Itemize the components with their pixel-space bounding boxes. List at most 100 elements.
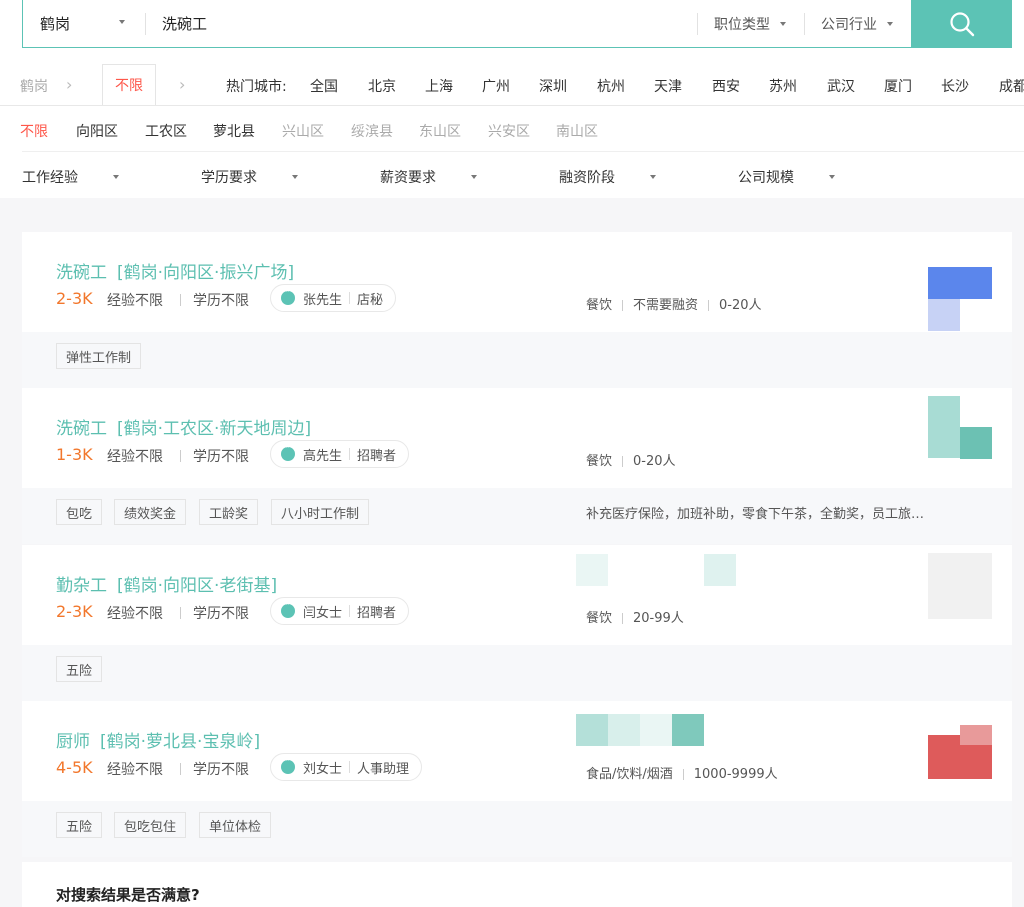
city-selector[interactable]: 鹤岗 [23, 0, 145, 47]
district-link[interactable]: 萝北县 [213, 121, 255, 141]
filter-company-size[interactable]: 公司规模 [738, 167, 794, 187]
city-link[interactable]: 武汉 [827, 76, 855, 96]
job-education: 学历不限 [193, 606, 249, 622]
company-name-redacted [640, 714, 672, 746]
company-name-redacted [608, 714, 640, 746]
job-tag: 五险 [56, 656, 103, 682]
contact-role: 人事助理 [357, 761, 410, 777]
company-logo[interactable] [928, 553, 992, 619]
current-city[interactable]: 鹤岗 [20, 76, 48, 96]
chat-icon [281, 287, 295, 305]
job-tag: 五险 [56, 812, 103, 838]
job-experience: 经验不限 [107, 293, 163, 309]
welfare-list: 补充医疗保险，加班补助，零食下午茶，全勤奖，员工旅… [586, 507, 925, 522]
contact-chip[interactable]: 高先生 招聘者 [270, 440, 410, 468]
job-card[interactable]: 勤杂工 [鹤岗·向阳区·老街基] 2-3K 经验不限 学历不限 闫女士 招聘者 餐… [22, 545, 1012, 701]
search-button[interactable] [911, 0, 1012, 48]
job-card[interactable]: 洗碗工 [鹤岗·向阳区·振兴广场] 2-3K 经验不限 学历不限 张先生 店秘 餐… [22, 232, 1012, 388]
chevron-down-icon [780, 21, 786, 26]
job-title-link[interactable]: 洗碗工 [鹤岗·工农区·新天地周边] [56, 414, 311, 439]
job-tag: 包吃 [56, 499, 103, 525]
city-link[interactable]: 广州 [482, 76, 510, 96]
filter-education[interactable]: 学历要求 [201, 167, 257, 187]
job-education: 学历不限 [193, 762, 249, 778]
city-link[interactable]: 杭州 [597, 76, 625, 96]
filter-experience[interactable]: 工作经验 [22, 167, 78, 187]
job-salary: 2-3K [56, 602, 93, 621]
city-link[interactable]: 全国 [310, 76, 338, 96]
job-location: [鹤岗·工农区·新天地周边] [117, 419, 312, 439]
job-title: 洗碗工 [56, 263, 107, 283]
company-logo[interactable] [928, 396, 960, 458]
district-link[interactable]: 东山区 [419, 121, 461, 141]
divider [349, 605, 351, 617]
job-salary: 4-5K [56, 758, 93, 777]
city-link[interactable]: 成都 [999, 76, 1024, 96]
district-link[interactable]: 南山区 [556, 121, 598, 141]
divider [622, 456, 624, 467]
chat-icon [281, 756, 295, 774]
filter-salary[interactable]: 薪资要求 [380, 167, 436, 187]
divider [22, 151, 1024, 152]
contact-name: 张先生 [303, 292, 343, 308]
city-link[interactable]: 天津 [654, 76, 682, 96]
chevron-down-icon [829, 175, 835, 179]
job-tag: 工龄奖 [199, 499, 259, 525]
divider [180, 450, 181, 462]
company-logo[interactable] [928, 267, 992, 299]
contact-role: 招聘者 [357, 605, 397, 621]
search-input[interactable] [162, 14, 697, 33]
divider [0, 105, 1024, 106]
industry-label: 公司行业 [821, 16, 877, 33]
company-logo-fragment [960, 427, 992, 459]
city-link[interactable]: 西安 [712, 76, 740, 96]
company-industry: 餐饮 [586, 611, 613, 626]
job-tag: 包吃包住 [114, 812, 187, 838]
company-name-redacted [672, 714, 704, 746]
job-title-link[interactable]: 勤杂工 [鹤岗·向阳区·老街基] [56, 571, 277, 596]
job-tag: 弹性工作制 [56, 343, 142, 369]
company-size: 20-99人 [633, 611, 684, 626]
chevron-down-icon [887, 21, 893, 26]
company-logo-fragment [928, 299, 960, 331]
divider [180, 607, 181, 619]
job-type-dropdown[interactable]: 职位类型 [698, 0, 804, 47]
divider [349, 448, 351, 460]
city-link[interactable]: 厦门 [884, 76, 912, 96]
job-tag: 八小时工作制 [271, 499, 370, 525]
city-row: 鹤岗 › 不限 › 热门城市: 全国 北京 上海 广州 深圳 杭州 天津 西安 … [0, 60, 1024, 108]
city-link[interactable]: 上海 [425, 76, 453, 96]
tab-unlimited[interactable]: 不限 [102, 64, 156, 106]
district-link[interactable]: 兴安区 [488, 121, 530, 141]
job-title-link[interactable]: 洗碗工 [鹤岗·向阳区·振兴广场] [56, 258, 294, 283]
job-card-footer: 弹性工作制 [22, 332, 1012, 388]
district-link[interactable]: 兴山区 [282, 121, 324, 141]
job-location: [鹤岗·向阳区·老街基] [117, 576, 278, 596]
feedback-panel: 对搜索结果是否满意? [22, 862, 1012, 907]
district-link[interactable]: 向阳区 [76, 121, 118, 141]
job-tag: 绩效奖金 [114, 499, 187, 525]
company-size: 0-20人 [719, 298, 762, 313]
city-link[interactable]: 北京 [368, 76, 396, 96]
job-card[interactable]: 洗碗工 [鹤岗·工农区·新天地周边] 1-3K 经验不限 学历不限 高先生 招聘者… [22, 388, 1012, 544]
search-bar: 鹤岗 职位类型 公司行业 [22, 0, 1012, 48]
city-link[interactable]: 深圳 [539, 76, 567, 96]
district-link[interactable]: 工农区 [145, 121, 187, 141]
contact-chip[interactable]: 刘女士 人事助理 [270, 753, 423, 781]
contact-chip[interactable]: 闫女士 招聘者 [270, 597, 410, 625]
city-link[interactable]: 苏州 [769, 76, 797, 96]
district-unlimited[interactable]: 不限 [20, 121, 48, 141]
city-link[interactable]: 长沙 [941, 76, 969, 96]
job-card[interactable]: 厨师 [鹤岗·萝北县·宝泉岭] 4-5K 经验不限 学历不限 刘女士 人事助理 食… [22, 701, 1012, 857]
chevron-down-icon [119, 20, 125, 24]
contact-name: 闫女士 [303, 605, 343, 621]
filter-funding[interactable]: 融资阶段 [559, 167, 615, 187]
job-title-link[interactable]: 厨师 [鹤岗·萝北县·宝泉岭] [56, 727, 260, 752]
district-link[interactable]: 绥滨县 [351, 121, 393, 141]
contact-chip[interactable]: 张先生 店秘 [270, 284, 397, 312]
divider [622, 613, 624, 624]
divider [349, 761, 351, 773]
industry-dropdown[interactable]: 公司行业 [805, 0, 911, 47]
job-tag: 单位体检 [199, 812, 272, 838]
divider [682, 769, 684, 780]
